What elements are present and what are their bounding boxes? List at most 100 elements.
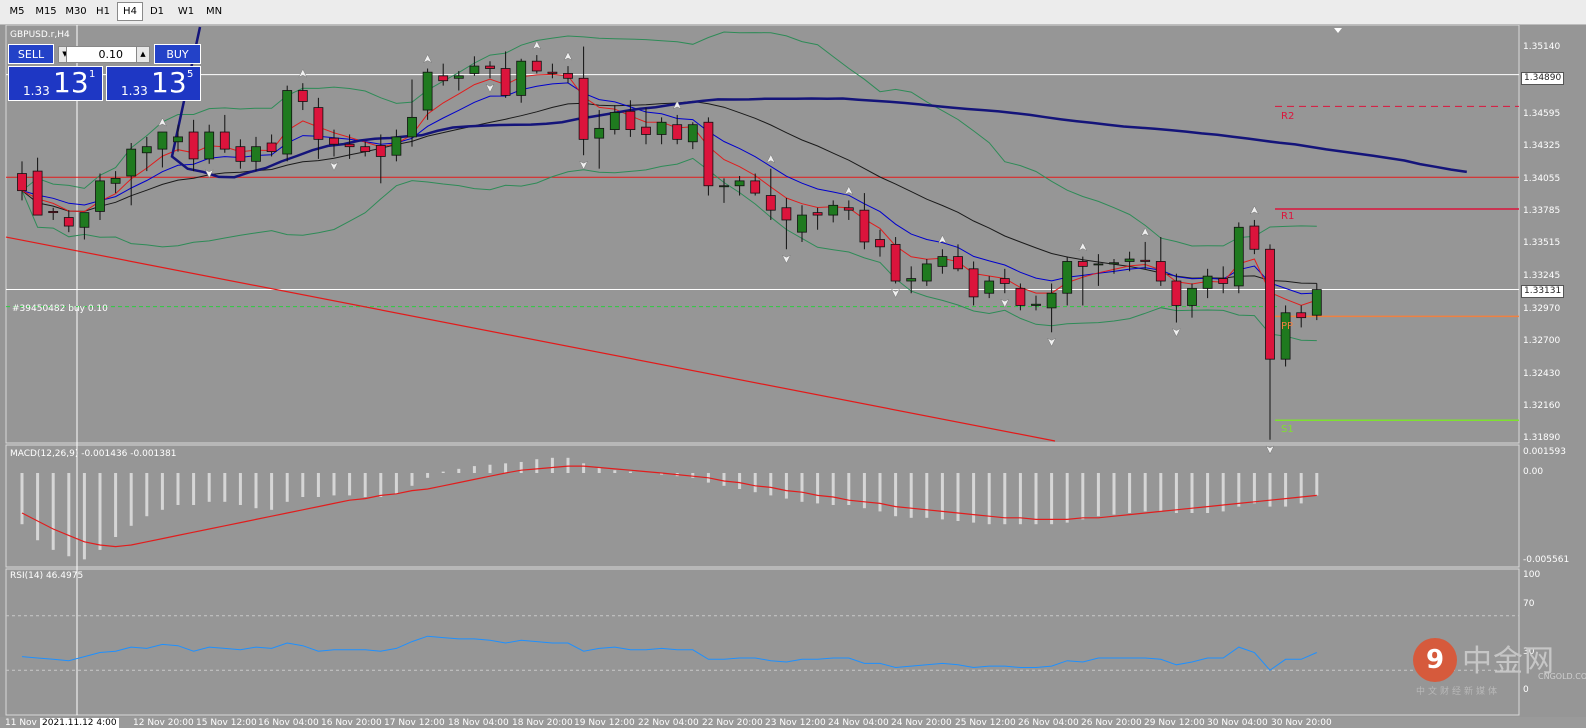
symbol-label: GBPUSD.r,H4 — [10, 30, 70, 40]
timeframe-toolbar: M5 M15 M30 H1 H4 D1 W1 MN — [0, 0, 1586, 25]
fractal-up-arrow — [766, 154, 776, 164]
fractal-up-arrow — [563, 51, 573, 61]
fractal-up-arrow — [1078, 242, 1088, 252]
lot-increase-button[interactable]: ▲ — [136, 46, 150, 63]
candle-body — [1031, 303, 1041, 306]
moving-average-navy — [170, 26, 1467, 179]
fractal-down-arrow — [579, 160, 589, 170]
chart-shift-icon — [1334, 28, 1342, 33]
price-axis-label: 1.33245 — [1523, 271, 1561, 281]
sell-price-prefix: 1.33 — [23, 84, 50, 98]
candle-body — [890, 243, 901, 282]
main-pane-frame — [5, 25, 1520, 444]
fractal-down-arrow — [329, 161, 339, 172]
candle-body — [17, 173, 27, 192]
timeframe-mn[interactable]: MN — [200, 3, 228, 20]
fractal-down-arrow — [1265, 445, 1275, 455]
price-highlight-box: 1.34890 — [1521, 72, 1565, 85]
watermark: 9 中金网 CNGOLD.COM.CN 中文财经新媒体 — [1410, 636, 1586, 697]
candle-body — [1233, 226, 1244, 287]
time-axis-label: 25 Nov 12:00 — [955, 718, 1016, 728]
timeframe-h4[interactable]: H4 — [117, 2, 143, 21]
candle-body — [485, 65, 495, 69]
candle-body — [375, 145, 386, 157]
candle-body — [251, 146, 261, 162]
time-axis-label: 23 Nov 12:00 — [765, 718, 826, 728]
candle-body — [110, 178, 121, 184]
candle-body — [875, 239, 885, 248]
timeframe-m15[interactable]: M15 — [32, 3, 60, 20]
level-s1-label: S1 — [1281, 424, 1294, 435]
price-axis-label: 1.34325 — [1523, 141, 1561, 151]
timeframe-h1[interactable]: H1 — [90, 3, 116, 20]
rsi-line — [21, 635, 1317, 671]
candle-body — [235, 146, 246, 162]
time-axis-label: 15 Nov 12:00 — [196, 718, 257, 728]
candle-body — [79, 212, 90, 228]
candle-body — [594, 127, 605, 139]
lot-size-input[interactable]: 0.10 — [66, 46, 142, 63]
rsi-axis-label: 70 — [1523, 599, 1535, 609]
candle-body — [641, 126, 651, 135]
candle-body — [1124, 258, 1135, 262]
candle-body — [1015, 287, 1026, 306]
rsi-label: RSI(14) 46.4975 — [10, 571, 84, 581]
candle-body — [313, 107, 324, 140]
candle-body — [719, 185, 729, 188]
time-axis-label: 24 Nov 04:00 — [828, 718, 889, 728]
timeframe-m30[interactable]: M30 — [62, 3, 90, 20]
candle-body — [63, 217, 74, 227]
price-axis-label: 1.32430 — [1523, 369, 1561, 379]
fractal-down-arrow — [1047, 337, 1057, 347]
candle-body — [1187, 287, 1197, 306]
price-axis-label: 1.32160 — [1523, 401, 1561, 411]
time-axis-label: 11 Nov — [5, 718, 37, 728]
candle-body — [157, 131, 168, 150]
timeframe-m5[interactable]: M5 — [4, 3, 30, 20]
candle-body — [1171, 280, 1182, 306]
buy-price-prefix: 1.33 — [121, 84, 148, 98]
timeframe-w1[interactable]: W1 — [172, 3, 200, 20]
time-axis-label: 19 Nov 12:00 — [574, 718, 635, 728]
timeframe-d1[interactable]: D1 — [144, 3, 170, 20]
candle-body — [734, 180, 745, 187]
level-r1-label: R1 — [1281, 211, 1295, 222]
time-axis-label: 16 Nov 20:00 — [321, 718, 382, 728]
candle-body — [687, 124, 698, 143]
moving-average-red — [21, 73, 1317, 306]
chart-window[interactable]: GBPUSD.r,H4 #39450482 buy 0.10 MACD(12,2… — [0, 25, 1586, 728]
buy-button[interactable]: BUY — [154, 44, 201, 64]
candle-body — [828, 204, 839, 216]
fractal-up-arrow — [1249, 205, 1259, 215]
sell-price-button[interactable]: 1.33 13 1 — [8, 66, 103, 101]
candle-body — [999, 278, 1010, 284]
candle-body — [609, 112, 620, 130]
candle-body — [1202, 275, 1213, 289]
fractal-down-arrow — [485, 83, 495, 93]
buy-price-button[interactable]: 1.33 13 5 — [106, 66, 201, 101]
fractal-up-arrow — [532, 40, 542, 50]
candle-body — [984, 280, 995, 294]
macd-axis-label: -0.005561 — [1523, 555, 1570, 565]
sell-price-pips: 13 — [53, 66, 89, 99]
candle-body — [266, 142, 277, 152]
chart-canvas[interactable] — [0, 25, 1586, 717]
candle-body — [859, 209, 870, 243]
fractal-up-arrow — [298, 68, 308, 78]
candle-body — [453, 75, 464, 79]
macd-axis-label: 0.00 — [1523, 467, 1544, 477]
candle-body — [578, 77, 589, 140]
candle-body — [1062, 261, 1073, 294]
candle-body — [1155, 261, 1166, 282]
time-axis-label: 22 Nov 04:00 — [638, 718, 699, 728]
candle-body — [391, 136, 402, 156]
moving-average-black — [21, 100, 1317, 284]
candle-body — [469, 65, 480, 74]
macd-pane-frame — [5, 444, 1520, 568]
candle-body — [1280, 312, 1291, 360]
price-axis-label: 1.32970 — [1523, 304, 1561, 314]
candle-body — [531, 60, 542, 72]
watermark-domain: CNGOLD.COM.CN — [1538, 672, 1586, 681]
sell-button[interactable]: SELL — [8, 44, 54, 64]
candle-body — [672, 124, 683, 140]
